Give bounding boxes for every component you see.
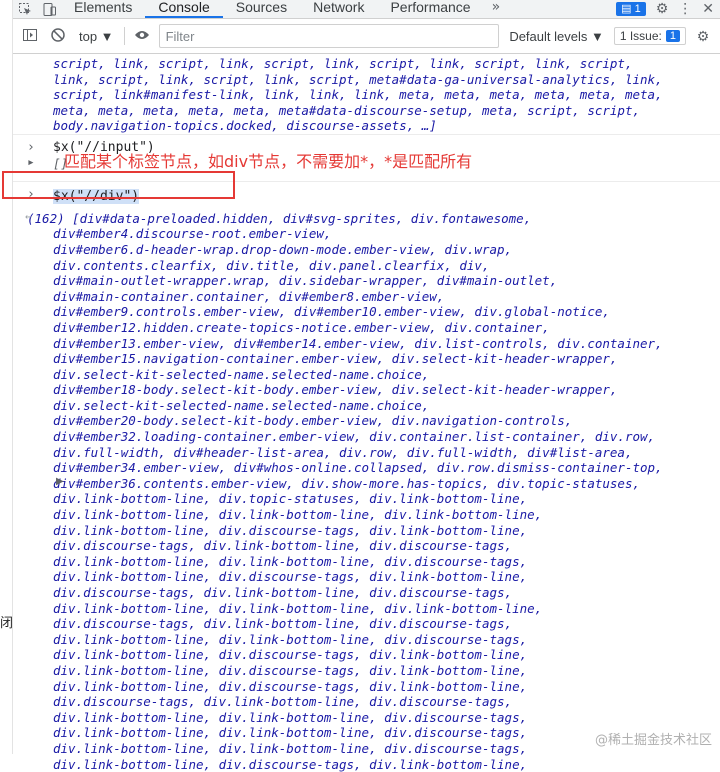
sidebar-toggle-icon[interactable] [19,28,41,44]
return-arrow-icon: ← [25,209,32,223]
result-line: div.link-bottom-line, div.link-bottom-li… [53,507,543,523]
result-line: div.link-bottom-line, div.discourse-tags… [53,647,528,663]
filter-input[interactable]: Filter [158,24,500,48]
result-line: div#ember9.controls.ember-view, div#embe… [53,304,610,320]
devtools-panel: Elements Console Sources Network Perform… [13,0,720,772]
more-tabs-icon[interactable]: » [484,0,509,18]
issues-counter-button[interactable]: 1 Issue: 1 [613,27,686,45]
result-line: meta, meta, meta, meta, meta, meta#data-… [53,102,640,118]
result-line: div#ember15.navigation-container.ember-v… [53,351,618,367]
watermark: @稀土掘金技术社区 [594,733,712,748]
eye-icon[interactable] [131,28,153,44]
result-line: div.discourse-tags, div.link-bottom-line… [53,538,513,554]
expand-triangle-icon: ▸ [27,154,35,170]
red-annotation-text: 匹配某个标签节点，如div节点，不需要加*，*是匹配所有 [64,152,473,171]
issues-count: 1 [665,30,680,42]
result-line: div.contents.clearfix, div.title, div.pa… [53,257,490,273]
tab-performance[interactable]: Performance [377,0,483,18]
result-line: (162) [div#data-preloaded.hidden, div#sv… [27,210,532,226]
result-line: div.select-kit-selected-name.selected-na… [53,366,430,382]
more-vert-icon[interactable]: ⋮ [678,1,692,17]
result-line: div#ember20-body.select-kit-body.ember-v… [53,413,573,429]
result-line: div#main-outlet-wrapper.wrap, div.sideba… [53,273,558,289]
message-icon: ▤ [621,3,632,15]
result-line: div#ember12.hidden.create-topics-notice.… [53,319,550,335]
result-line: div.link-bottom-line, div.discourse-tags… [53,522,528,538]
result-line: div#ember18-body.select-kit-body.ember-v… [53,382,618,398]
expand-array-icon[interactable]: ▶ [56,476,64,487]
result-line: div#ember4.discourse-root.ember-view, [53,226,332,242]
result-line: div.link-bottom-line, div.discourse-tags… [53,756,528,772]
result-line: div#ember32.loading-container.ember-view… [53,429,656,445]
issues-label: 1 Issue: [619,29,662,43]
result-line: script, link#manifest-link, link, link, … [53,87,663,103]
result-line: script, link, script, link, script, link… [53,56,633,71]
toolbar-divider [123,27,125,45]
result-line: div.discourse-tags, div.link-bottom-line… [53,585,513,600]
result-line: link, script, link, script, link, script… [53,71,663,87]
result-line: div.full-width, div#header-list-area, di… [53,444,633,460]
previous-result-block: script, link, script, link, script, link… [13,54,720,134]
result-line: div#ember36.contents.ember-view, div.sho… [53,475,640,491]
result-line: div.link-bottom-line, div.discourse-tags… [53,662,528,678]
context-select[interactable]: top ▼ [75,29,118,44]
log-levels-select[interactable]: Default levels ▼ [505,29,608,44]
close-icon[interactable]: ✕ [702,1,714,17]
result-line: div.discourse-tags, div.link-bottom-line… [53,694,513,710]
gear-icon[interactable]: ⚙ [656,1,669,17]
result-line: div#ember13.ember-view, div#ember14.embe… [53,335,663,351]
result-line: div#ember6.d-header-wrap.drop-down-mode.… [53,241,513,257]
result-line: div.link-bottom-line, div.link-bottom-li… [53,709,528,725]
result-line: div#ember34.ember-view, div#whos-online.… [53,460,663,476]
tabbar-right-controls: ▤ 1 ⚙ ⋮ ✕ [616,0,714,18]
tab-network[interactable]: Network [300,0,377,18]
red-highlight-box [2,171,235,199]
console-settings-icon[interactable]: ⚙ [692,28,714,45]
result-line: div.link-bottom-line, div.link-bottom-li… [53,600,543,616]
expand-chevron-icon: › [27,139,35,155]
result-line: div#main-container.container, div#ember8… [53,288,445,304]
result-line: body.navigation-topics.docked, discourse… [53,118,437,134]
result-line: div.link-bottom-line, div.topic-statuses… [53,491,528,507]
issues-badge-count: 1 [634,3,641,15]
page-text-fragment: 闭 [0,616,14,631]
devtools-tabbar: Elements Console Sources Network Perform… [13,0,720,19]
clear-console-icon[interactable] [47,27,69,45]
result-line: div.link-bottom-line, div.link-bottom-li… [53,631,528,647]
page-edge-strip: 闭 [0,0,13,754]
console-toolbar: top ▼ Filter Default levels ▼ 1 Issue: 1… [13,19,720,54]
result-line: div.discourse-tags, div.link-bottom-line… [53,616,513,632]
tab-console[interactable]: Console [145,0,223,18]
device-toolbar-icon[interactable] [37,0,61,18]
result-line: div.link-bottom-line, div.link-bottom-li… [53,553,528,569]
tab-elements[interactable]: Elements [61,0,145,18]
result-line: div.select-kit-selected-name.selected-na… [53,397,430,413]
issues-badge[interactable]: ▤ 1 [616,2,646,16]
inspect-element-icon[interactable] [13,0,37,18]
tab-sources[interactable]: Sources [223,0,300,18]
result-line: div.link-bottom-line, div.discourse-tags… [53,678,528,694]
div-result-block[interactable]: ← (162) [div#data-preloaded.hidden, div#… [13,209,720,772]
result-line: div.link-bottom-line, div.discourse-tags… [53,569,528,585]
